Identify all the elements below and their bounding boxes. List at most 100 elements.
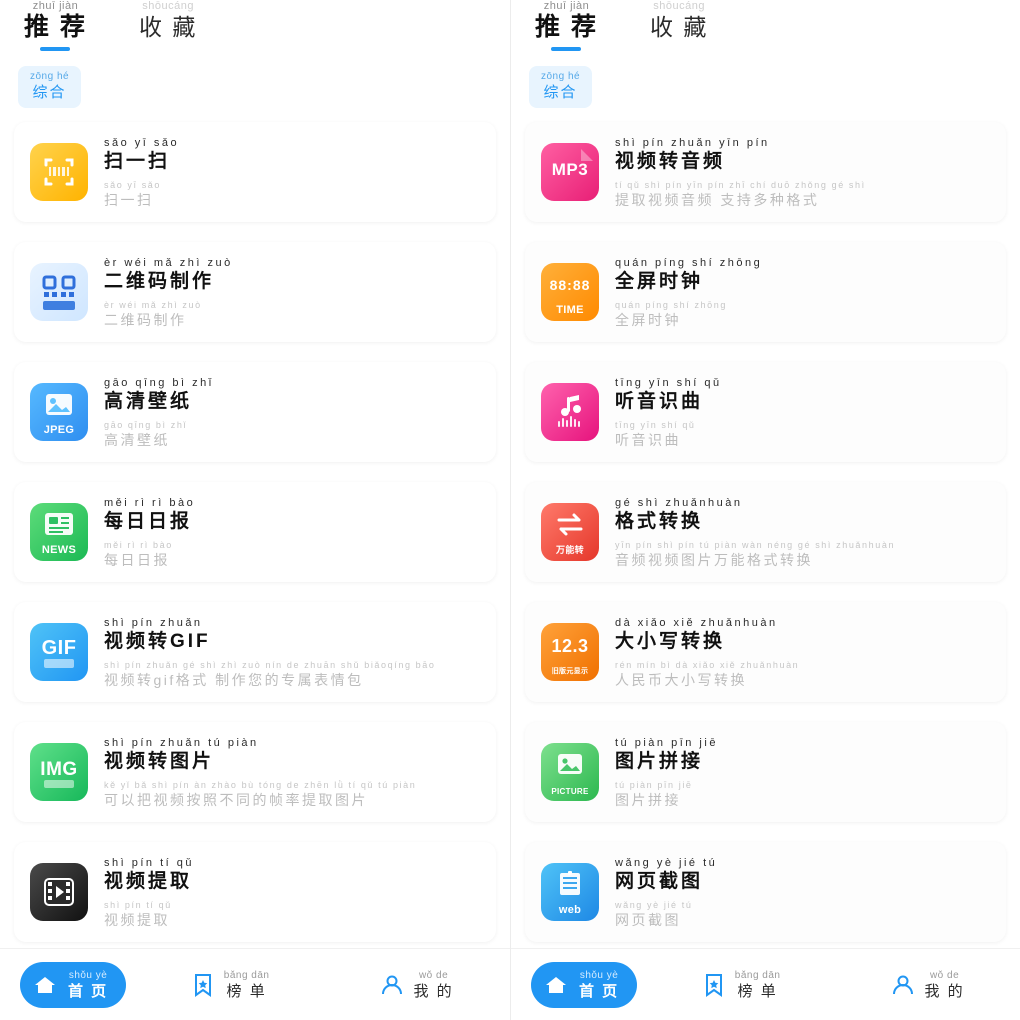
nav-ranking-right-pinyin: bǎng dān: [734, 969, 781, 981]
item-sub-pinyin: měi rì rì bào: [104, 539, 173, 550]
list-item[interactable]: 12.3 旧版元显示 dà xiǎo xiě zhuǎnhuàn 大小写转换 r…: [525, 602, 1006, 702]
item-title: 二维码制作: [104, 270, 215, 292]
bottom-nav-right: shǒu yè 首 页 bǎng dān 榜 单 wǒ de 我 的: [511, 948, 1020, 1020]
item-title-pinyin: èr wéi mǎ zhì zuò: [104, 256, 233, 269]
item-sub-pinyin: gāo qīng bì zhǐ: [104, 419, 188, 430]
item-sub-pinyin: tú piàn pīn jiē: [615, 779, 693, 790]
list-item-text: gāo qīng bì zhǐ 高清壁纸 gāo qīng bì zhǐ 高清壁…: [104, 376, 480, 449]
category-chip-row-right: zōng hé 综合: [511, 52, 1020, 118]
item-title-pinyin: gāo qīng bì zhǐ: [104, 376, 214, 389]
nav-home-right-text: shǒu yè 首 页: [579, 969, 619, 1001]
icon-label: PICTURE: [551, 787, 589, 796]
right-card-list: MP3 shì pín zhuǎn yīn pín 视频转音频 tí qǔ sh…: [511, 118, 1020, 942]
item-title: 听音识曲: [615, 390, 704, 412]
picture-icon: PICTURE: [541, 743, 599, 801]
list-item[interactable]: NEWS měi rì rì bào 每日日报 měi rì rì bào 每日…: [14, 482, 496, 582]
item-title: 每日日报: [104, 510, 193, 532]
list-item-text: tīng yīn shí qǔ 听音识曲 tīng yīn shí qǔ 听音识…: [615, 376, 990, 449]
tab-recommend-right[interactable]: zhuī jiàn 推 荐: [535, 0, 598, 51]
tab-recommend[interactable]: zhuī jiàn 推 荐: [24, 0, 87, 51]
item-sub-pinyin: shì pín tí qǔ: [104, 899, 172, 910]
video-extract-icon: [30, 863, 88, 921]
item-sub: 提取视频音频 支持多种格式: [615, 191, 820, 208]
nav-home-right[interactable]: shǒu yè 首 页: [531, 961, 638, 1008]
item-sub: 每日日报: [104, 551, 170, 568]
list-item-text: shì pín zhuǎn tú piàn 视频转图片 kě yǐ bǎ shì…: [104, 736, 480, 809]
news-icon: NEWS: [30, 503, 88, 561]
item-sub: 网页截图: [615, 911, 681, 928]
list-item[interactable]: 88:88 TIME quán píng shí zhōng 全屏时钟 quán…: [525, 242, 1006, 342]
list-item[interactable]: shì pín tí qǔ 视频提取 shì pín tí qǔ 视频提取: [14, 842, 496, 942]
home-icon: [543, 972, 569, 998]
item-sub-pinyin: wǎng yè jié tú: [615, 899, 693, 910]
list-item-text: wǎng yè jié tú 网页截图 wǎng yè jié tú 网页截图: [615, 856, 990, 929]
nav-ranking-right[interactable]: bǎng dān 榜 单: [647, 969, 834, 1001]
tab-favorites[interactable]: shōucáng 收 藏: [139, 0, 197, 41]
tab-recommend-right-label: 推 荐: [535, 13, 598, 41]
list-item[interactable]: sǎo yī sǎo 扫一扫 sǎo yī sǎo 扫一扫: [14, 122, 496, 222]
chip-comprehensive-right[interactable]: zōng hé 综合: [529, 66, 593, 108]
nav-mine-text: wǒ de 我 的: [413, 969, 453, 1001]
nav-mine[interactable]: wǒ de 我 的: [323, 969, 510, 1001]
item-title: 视频转图片: [104, 750, 215, 772]
list-item[interactable]: èr wéi mǎ zhì zuò 二维码制作 èr wéi mǎ zhì zu…: [14, 242, 496, 342]
nav-home-text: shǒu yè 首 页: [68, 969, 108, 1001]
item-sub: 视频转gif格式 制作您的专属表情包: [104, 671, 364, 688]
item-sub: 人民币大小写转换: [615, 671, 747, 688]
tab-favorites-right[interactable]: shōucáng 收 藏: [650, 0, 708, 41]
chip-comprehensive[interactable]: zōng hé 综合: [18, 66, 82, 108]
nav-home-pinyin: shǒu yè: [68, 969, 108, 981]
item-title: 网页截图: [615, 870, 704, 892]
item-sub-pinyin: èr wéi mǎ zhì zuò: [104, 299, 202, 310]
nav-ranking-label: 榜 单: [226, 982, 267, 1000]
ranking-icon: [701, 972, 727, 998]
item-sub: 音频视频图片万能格式转换: [615, 551, 813, 568]
item-title: 大小写转换: [615, 630, 726, 652]
item-title: 视频转GIF: [104, 630, 211, 652]
tab-favorites-label: 收 藏: [138, 14, 198, 40]
list-item[interactable]: JPEG gāo qīng bì zhǐ 高清壁纸 gāo qīng bì zh…: [14, 362, 496, 462]
list-item[interactable]: 万能转 gé shì zhuǎnhuàn 格式转换 yīn pín shì pí…: [525, 482, 1006, 582]
nav-home-label: 首 页: [68, 982, 109, 1000]
tab-recommend-label: 推 荐: [24, 13, 87, 41]
item-title-pinyin: měi rì rì bào: [104, 496, 196, 509]
nav-home[interactable]: shǒu yè 首 页: [20, 961, 127, 1008]
icon-label: JPEG: [43, 424, 75, 436]
qrcode-icon: [30, 263, 88, 321]
top-tabbar-right: zhuī jiàn 推 荐 shōucáng 收 藏: [511, 0, 1020, 52]
list-item[interactable]: web wǎng yè jié tú 网页截图 wǎng yè jié tú 网…: [525, 842, 1006, 942]
chip-pinyin-right: zōng hé: [541, 71, 581, 82]
list-item[interactable]: tīng yīn shí qǔ 听音识曲 tīng yīn shí qǔ 听音识…: [525, 362, 1006, 462]
item-title-pinyin: quán píng shí zhōng: [615, 256, 763, 269]
list-item[interactable]: PICTURE tú piàn pīn jiē 图片拼接 tú piàn pīn…: [525, 722, 1006, 822]
clock-digits: 88:88: [549, 277, 591, 293]
pane-left: zhuī jiàn 推 荐 shōucáng 收 藏 zōng hé 综合 sǎ…: [0, 0, 510, 1020]
app-screen: zhuī jiàn 推 荐 shōucáng 收 藏 zōng hé 综合 sǎ…: [0, 0, 1020, 1020]
scan-icon: [30, 143, 88, 201]
nav-ranking[interactable]: bǎng dān 榜 单: [136, 969, 323, 1001]
item-title: 高清壁纸: [104, 390, 193, 412]
item-title-pinyin: shì pín tí qǔ: [104, 856, 194, 869]
item-sub-pinyin: yīn pín shì pín tú piàn wàn néng gé shì …: [615, 539, 896, 550]
icon-label: NEWS: [41, 544, 77, 556]
user-icon: [890, 972, 916, 998]
nav-mine-right[interactable]: wǒ de 我 的: [834, 969, 1020, 1001]
item-title-pinyin: tú piàn pīn jiē: [615, 736, 718, 749]
tab-favorites-pinyin: shōucáng: [142, 0, 194, 12]
case-convert-icon: 12.3 旧版元显示: [541, 623, 599, 681]
list-item-text: sǎo yī sǎo 扫一扫 sǎo yī sǎo 扫一扫: [104, 136, 480, 209]
item-sub: 高清壁纸: [104, 431, 170, 448]
gif-icon: GIF: [30, 623, 88, 681]
nav-ranking-right-label: 榜 单: [737, 982, 778, 1000]
nav-mine-right-label: 我 的: [924, 982, 965, 1000]
category-chip-row: zōng hé 综合: [0, 52, 510, 118]
list-item-text: tú piàn pīn jiē 图片拼接 tú piàn pīn jiē 图片拼…: [615, 736, 990, 809]
img-icon: IMG: [30, 743, 88, 801]
item-title: 扫一扫: [104, 150, 171, 172]
list-item[interactable]: MP3 shì pín zhuǎn yīn pín 视频转音频 tí qǔ sh…: [525, 122, 1006, 222]
list-item[interactable]: GIF shì pín zhuǎn 视频转GIF shì pín zhuǎn g…: [14, 602, 496, 702]
item-title: 图片拼接: [615, 750, 704, 772]
list-item[interactable]: IMG shì pín zhuǎn tú piàn 视频转图片 kě yǐ bǎ…: [14, 722, 496, 822]
list-item-text: shì pín tí qǔ 视频提取 shì pín tí qǔ 视频提取: [104, 856, 480, 929]
tab-recommend-pinyin: zhuī jiàn: [32, 0, 79, 12]
